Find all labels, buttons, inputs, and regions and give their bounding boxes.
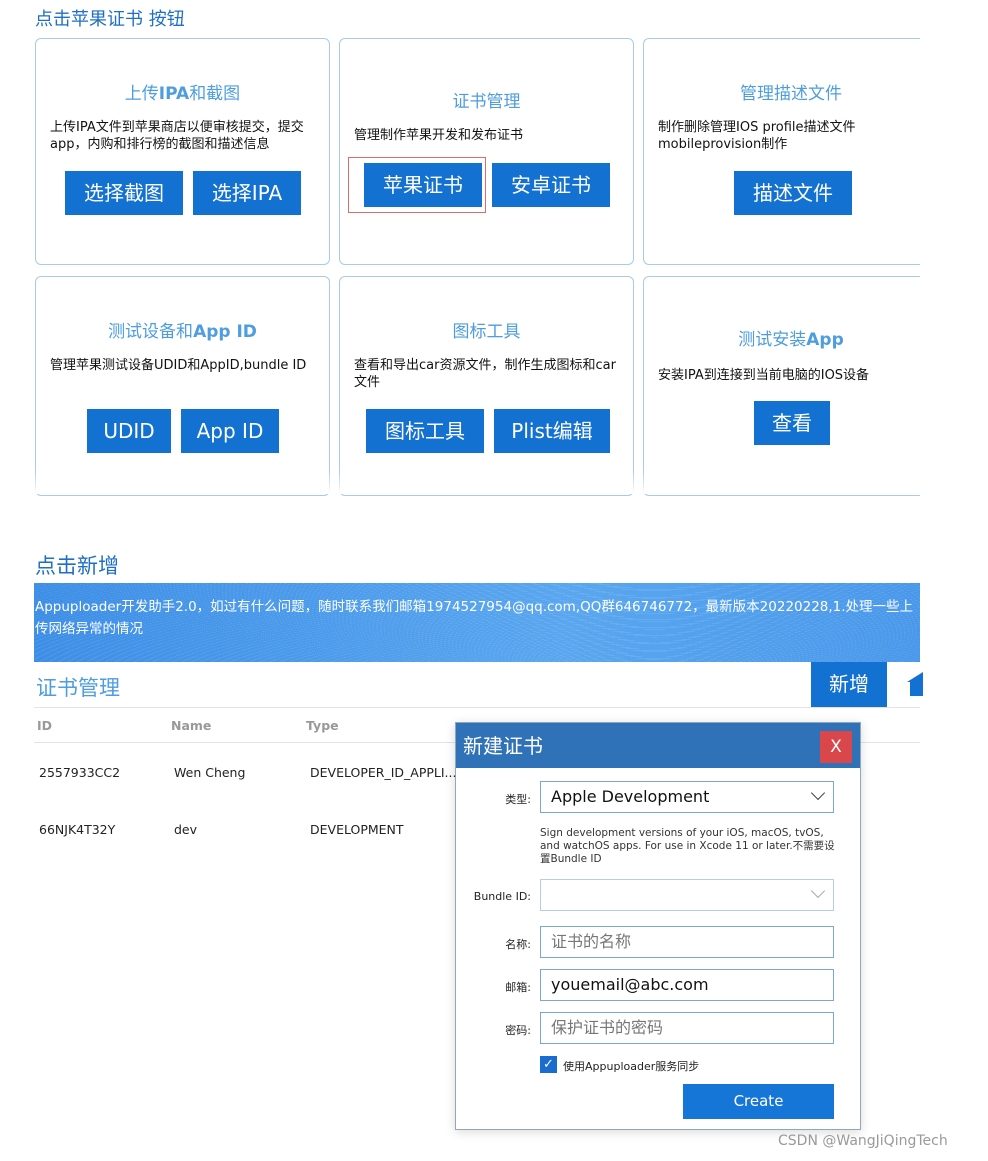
column-header-type: Type: [306, 718, 339, 733]
new-certificate-dialog: 新建证书 X 类型: Apple Development Sign develo…: [455, 722, 861, 1130]
select-ipa-button[interactable]: 选择IPA: [193, 171, 301, 215]
type-help-text: Sign development versions of your iOS, m…: [540, 827, 835, 865]
cell-name: dev: [174, 822, 198, 837]
card-title: 上传IPA和截图: [124, 84, 241, 104]
apple-certificate-button[interactable]: 苹果证书: [364, 163, 482, 207]
name-field[interactable]: 证书的名称: [540, 926, 834, 958]
close-button[interactable]: X: [820, 731, 852, 763]
step1-heading: 点击苹果证书 按钮: [35, 9, 185, 30]
chevron-down-icon: [810, 883, 826, 899]
card-upload-ipa: 上传IPA和截图 上传IPA文件到苹果商店以便审核提交，提交app，内购和排行榜…: [35, 38, 330, 265]
card-description: 安装IPA到连接到当前电脑的IOS设备: [658, 368, 870, 383]
card-title: 图标工具: [452, 322, 521, 342]
email-value: youemail@abc.com: [551, 975, 709, 994]
email-label: 邮箱:: [505, 981, 531, 994]
sync-label: 使用Appuploader服务同步: [563, 1060, 700, 1073]
announcement-banner: Appuploader开发助手2.0，如过有什么问题，随时联系我们邮箱19745…: [34, 583, 920, 662]
plist-editor-button[interactable]: Plist编辑: [494, 409, 610, 453]
card-devices-appid: 测试设备和App ID 管理苹果测试设备UDID和AppID,bundle ID…: [35, 276, 330, 496]
app-id-button[interactable]: App ID: [181, 409, 279, 453]
card-description: 上传IPA文件到苹果商店以便审核提交，提交app，内购和排行榜的截图和描述信息: [50, 120, 304, 152]
fade-divider: [34, 470, 924, 494]
card-certificate-management: 证书管理 管理制作苹果开发和发布证书 苹果证书 安卓证书: [339, 38, 634, 265]
card-test-install: 测试安装App 安装IPA到连接到当前电脑的IOS设备 查看: [643, 276, 920, 496]
card-description: 查看和导出car资源文件，制作生成图标和car文件: [354, 358, 616, 390]
name-placeholder: 证书的名称: [551, 932, 632, 951]
card-title: 测试安装App: [738, 330, 844, 350]
password-placeholder: 保护证书的密码: [551, 1018, 664, 1037]
add-certificate-button[interactable]: 新增: [811, 662, 887, 707]
icon-tools-button[interactable]: 图标工具: [366, 409, 484, 453]
name-label: 名称:: [505, 938, 531, 951]
card-title: 测试设备和App ID: [108, 322, 257, 342]
select-screenshot-button[interactable]: 选择截图: [65, 171, 183, 215]
card-title: 管理描述文件: [740, 84, 842, 104]
cell-id: 2557933CC2: [39, 765, 121, 780]
android-certificate-button[interactable]: 安卓证书: [492, 163, 610, 207]
type-select-value: Apple Development: [551, 787, 710, 806]
certificate-panel-title: 证书管理: [36, 676, 120, 700]
column-header-id: ID: [37, 718, 53, 733]
card-icon-tools: 图标工具 查看和导出car资源文件，制作生成图标和car文件 图标工具 Plis…: [339, 276, 634, 496]
home-icon[interactable]: [903, 668, 923, 696]
udid-button[interactable]: UDID: [87, 409, 171, 453]
column-header-name: Name: [171, 718, 212, 733]
bundle-id-label: Bundle ID:: [473, 890, 531, 903]
password-label: 密码:: [505, 1024, 531, 1037]
chevron-down-icon: [810, 785, 826, 801]
card-description: 管理制作苹果开发和发布证书: [354, 128, 524, 143]
card-description: 管理苹果测试设备UDID和AppID,bundle ID: [50, 358, 307, 373]
card-description: 制作删除管理IOS profile描述文件mobileprovision制作: [658, 120, 856, 152]
dialog-title: 新建证书: [463, 734, 543, 758]
table-top-divider: [34, 707, 920, 708]
type-label: 类型:: [505, 793, 531, 806]
cell-name: Wen Cheng: [174, 765, 246, 780]
sync-checkbox[interactable]: ✓: [540, 1056, 557, 1073]
password-field[interactable]: 保护证书的密码: [540, 1012, 834, 1044]
create-button[interactable]: Create: [683, 1084, 834, 1119]
cell-id: 66NJK4T32Y: [39, 822, 116, 837]
cell-type: DEVELOPER_ID_APPLI...: [310, 765, 457, 780]
email-field[interactable]: youemail@abc.com: [540, 969, 834, 1001]
dialog-header: 新建证书 X: [456, 723, 860, 768]
watermark: CSDN @WangJiQingTech: [778, 1133, 948, 1149]
card-profiles: 管理描述文件 制作删除管理IOS profile描述文件mobileprovis…: [643, 38, 920, 265]
step2-heading: 点击新增: [35, 554, 119, 578]
profile-file-button[interactable]: 描述文件: [734, 171, 852, 215]
bundle-id-select[interactable]: [540, 879, 834, 911]
type-select[interactable]: Apple Development: [540, 781, 834, 813]
view-button[interactable]: 查看: [754, 401, 830, 445]
cell-type: DEVELOPMENT: [310, 822, 404, 837]
card-title: 证书管理: [452, 92, 521, 112]
banner-text: Appuploader开发助手2.0，如过有什么问题，随时联系我们邮箱19745…: [35, 599, 914, 637]
